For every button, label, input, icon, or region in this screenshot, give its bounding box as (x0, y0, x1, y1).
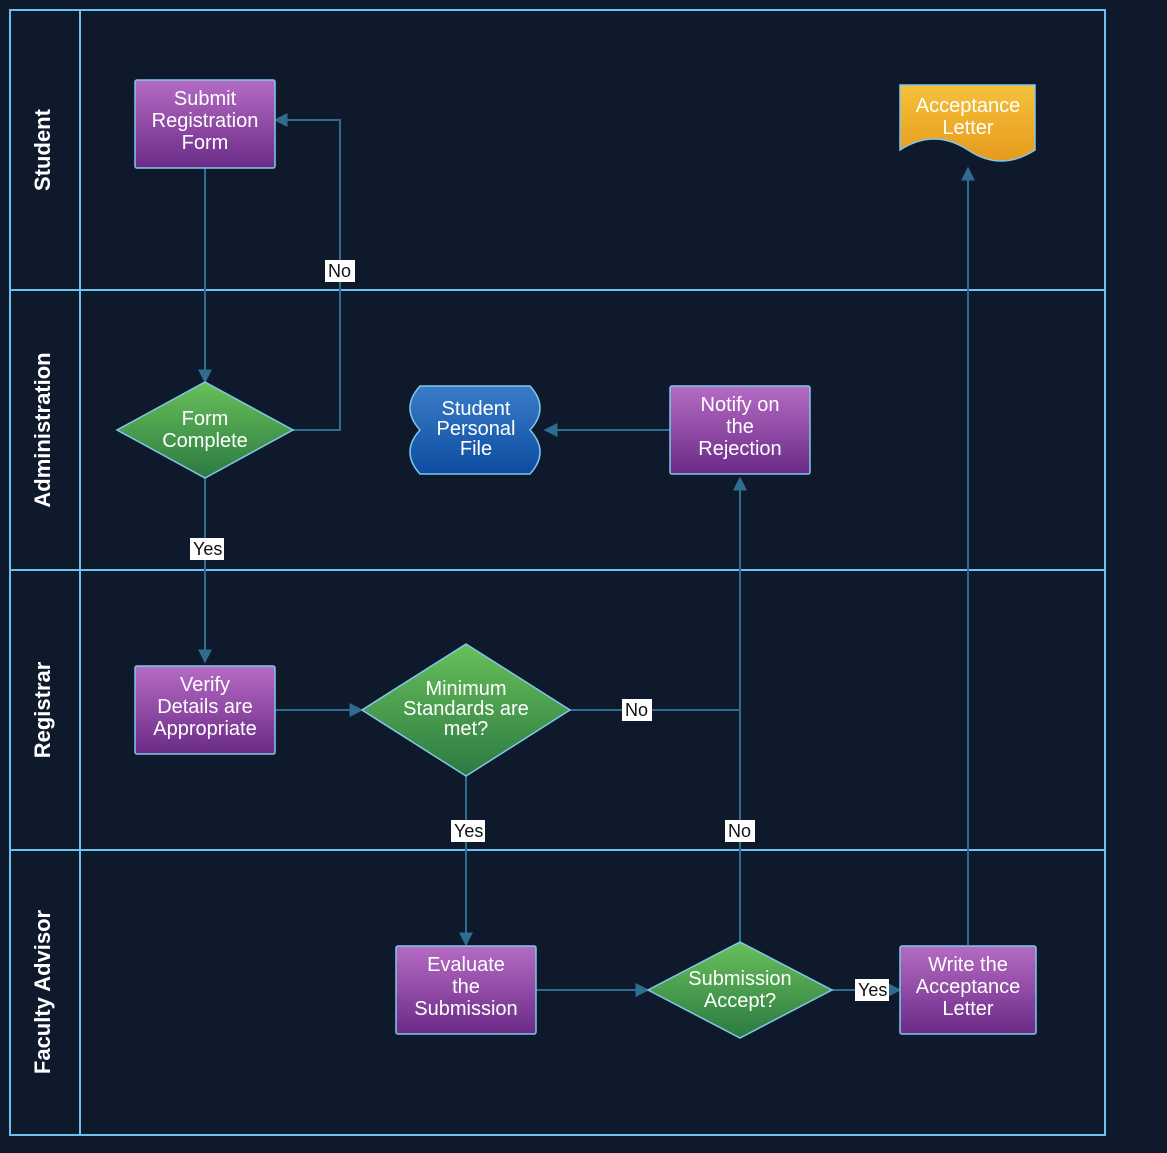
swimlane-diagram: Student Administration Registrar Faculty… (0, 0, 1167, 1153)
node-form-complete: FormComplete (117, 382, 293, 478)
edge-label-formcomplete-yes: Yes (193, 539, 222, 559)
node-verify-details: VerifyDetails areAppropriate (135, 666, 275, 754)
node-submission-accept: SubmissionAccept? (648, 942, 832, 1038)
edge-label-minstandards-no: No (625, 700, 648, 720)
lane-label-administration: Administration (30, 352, 55, 507)
edge-label-submissionaccept-yes: Yes (858, 980, 887, 1000)
node-write-acceptance: Write theAcceptanceLetter (900, 946, 1036, 1034)
node-student-file: StudentPersonalFile (410, 386, 540, 474)
edge-label-minstandards-yes: Yes (454, 821, 483, 841)
node-evaluate-submission: EvaluatetheSubmission (396, 946, 536, 1034)
node-min-standards: MinimumStandards aremet? (362, 644, 570, 776)
lane-labels: Student Administration Registrar Faculty… (30, 108, 55, 1074)
lane-label-registrar: Registrar (30, 661, 55, 758)
node-acceptance-letter: AcceptanceLetter (900, 85, 1035, 161)
edge-label-formcomplete-no: No (328, 261, 351, 281)
node-submit-registration: SubmitRegistrationForm (135, 80, 275, 168)
lane-label-faculty-advisor: Faculty Advisor (30, 909, 55, 1074)
node-notify-rejection: Notify ontheRejection (670, 386, 810, 474)
edge-label-submissionaccept-no: No (728, 821, 751, 841)
lane-label-student: Student (30, 108, 55, 191)
edges: No Yes No Yes No Yes (190, 120, 968, 1001)
